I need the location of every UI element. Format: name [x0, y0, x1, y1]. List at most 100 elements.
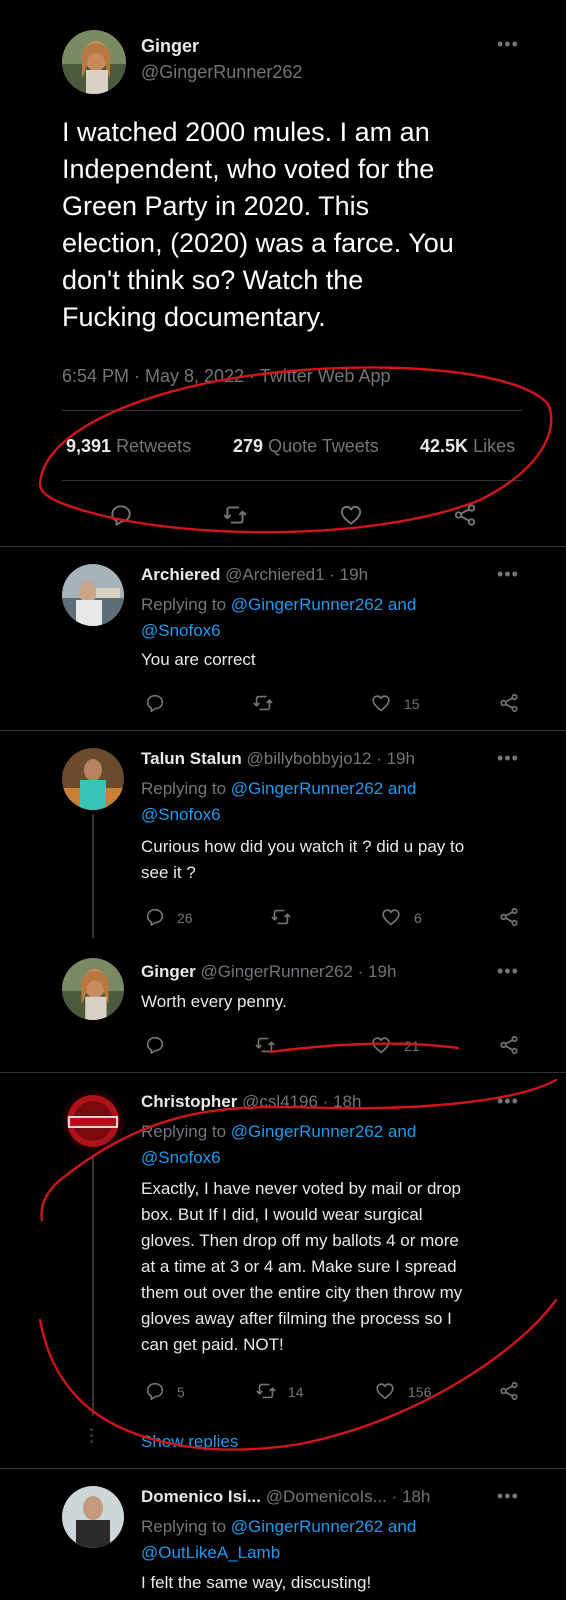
share-icon[interactable] [498, 692, 520, 714]
divider [0, 1072, 566, 1073]
replying-link[interactable]: @Snofox6 [141, 802, 416, 828]
annotation-arc-middle [268, 1042, 460, 1054]
avatar[interactable] [62, 564, 124, 626]
author-name[interactable]: Domenico Isi... [141, 1487, 261, 1506]
avatar[interactable] [62, 30, 126, 94]
more-icon[interactable]: ••• [497, 34, 519, 55]
avatar[interactable] [62, 1486, 124, 1548]
reply-count: 26 [177, 910, 193, 926]
tweet-text: I watched 2000 mules. I am an Independen… [62, 114, 542, 336]
share-icon[interactable] [498, 1034, 520, 1056]
replying-link[interactable]: @GingerRunner262 and [231, 1517, 417, 1536]
heart-icon[interactable] [338, 502, 364, 528]
like-count: 15 [404, 696, 420, 712]
replying-prefix: Replying to [141, 779, 227, 798]
tweet-text-line: Independent, who voted for the [62, 154, 435, 184]
retweet-icon[interactable] [222, 502, 248, 528]
tweet-text-line: I watched 2000 mules. I am an [62, 117, 430, 147]
tweet-text-line: Green Party in 2020. This [62, 191, 370, 221]
author-name[interactable]: Christopher [141, 1092, 237, 1111]
thread-line [92, 814, 94, 938]
retweet-icon[interactable] [254, 1034, 276, 1056]
author-handle-time[interactable]: @DomenicoIs... · 18h [266, 1487, 431, 1506]
reply-text-line: at a time at 3 or 4 am. Make sure I spre… [141, 1257, 457, 1276]
tweet-text-line: Fucking documentary. [62, 302, 326, 332]
quotes-label: Quote Tweets [268, 436, 379, 456]
heart-icon[interactable] [374, 1380, 396, 1402]
share-icon[interactable] [498, 906, 520, 928]
retweets-stat[interactable]: 9,391 Retweets [66, 436, 191, 456]
avatar[interactable] [62, 1090, 124, 1152]
reply-text-line: box. But If I did, I would wear surgical [141, 1205, 423, 1224]
reply-count: 5 [177, 1384, 185, 1400]
tweet-meta[interactable]: 6:54 PM · May 8, 2022 · Twitter Web App [62, 366, 391, 387]
reply-icon[interactable] [144, 906, 166, 928]
share-icon[interactable] [452, 502, 478, 528]
author-name[interactable]: Archiered [141, 565, 220, 584]
replying-link[interactable]: @GingerRunner262 and [231, 1122, 417, 1141]
author-handle-time[interactable]: @billybobbyjo12 · 19h [246, 749, 414, 768]
reply-text-line: gloves. Then drop off my ballots 4 or mo… [141, 1231, 459, 1250]
like-count: 156 [408, 1384, 432, 1400]
reply-icon[interactable] [144, 692, 166, 714]
like-count: 21 [404, 1038, 420, 1054]
reply-text: Worth every penny. [141, 989, 287, 1015]
reply-text-line: gloves away after filming the process so… [141, 1309, 452, 1328]
author-handle-time[interactable]: @Archiered1 · 19h [225, 565, 368, 584]
reply-text-line: Curious how did you watch it ? did u pay… [141, 837, 465, 856]
divider [0, 1468, 566, 1469]
retweet-icon[interactable] [255, 1380, 277, 1402]
retweets-label: Retweets [116, 436, 192, 456]
author-name[interactable]: Ginger [141, 962, 196, 981]
reply-text-line: can get paid. NOT! [141, 1335, 284, 1354]
author-name[interactable]: Talun Stalun [141, 749, 242, 768]
more-icon[interactable]: ••• [497, 961, 519, 982]
reply-text: I felt the same way, discusting! [141, 1570, 371, 1596]
avatar[interactable] [62, 748, 124, 810]
heart-icon[interactable] [370, 692, 392, 714]
reply-text-line: You are correct [141, 650, 256, 669]
replying-link[interactable]: @GingerRunner262 and [231, 779, 417, 798]
more-icon[interactable]: ••• [497, 748, 519, 769]
share-icon[interactable] [498, 1380, 520, 1402]
replying-link[interactable]: @Snofox6 [141, 618, 416, 644]
replying-prefix: Replying to [141, 595, 227, 614]
more-icon[interactable]: ••• [497, 564, 519, 585]
likes-stat[interactable]: 42.5K Likes [420, 436, 515, 457]
tweet-text-line: election, (2020) was a farce. You [62, 228, 454, 258]
reply-text: You are correct [141, 647, 256, 673]
retweet-count: 14 [288, 1384, 304, 1400]
likes-label: Likes [473, 436, 516, 456]
replying-to: Replying to @GingerRunner262 and @Snofox… [141, 592, 416, 644]
tweet-text-line: don't think so? Watch the [62, 265, 364, 295]
replying-prefix: Replying to [141, 1517, 227, 1536]
author-handle-time[interactable]: @GingerRunner262 · 19h [201, 962, 397, 981]
reply-text-line: I felt the same way, discusting! [141, 1573, 372, 1592]
engagement-stats: 9,391 Retweets [66, 436, 191, 457]
retweets-count: 9,391 [66, 436, 112, 456]
more-icon[interactable]: ••• [497, 1486, 519, 1507]
avatar[interactable] [62, 958, 124, 1020]
heart-icon[interactable] [370, 1034, 392, 1056]
replying-link[interactable]: @GingerRunner262 and [231, 595, 417, 614]
replying-link[interactable]: @OutLikeA_Lamb [141, 1540, 416, 1566]
reply-icon[interactable] [144, 1034, 166, 1056]
retweet-icon[interactable] [270, 906, 292, 928]
reply-icon[interactable] [108, 502, 134, 528]
replying-to: Replying to @GingerRunner262 and @Snofox… [141, 776, 416, 828]
retweet-icon[interactable] [252, 692, 274, 714]
heart-icon[interactable] [380, 906, 402, 928]
likes-count: 42.5K [420, 436, 469, 456]
show-replies-link[interactable]: Show replies [141, 1432, 238, 1452]
author-handle[interactable]: @GingerRunner262 [141, 62, 302, 83]
replying-link[interactable]: @Snofox6 [141, 1145, 416, 1171]
quotes-stat[interactable]: 279 Quote Tweets [233, 436, 379, 457]
thread-line [92, 1156, 94, 1416]
more-icon[interactable]: ••• [497, 1091, 519, 1112]
reply-text-line: see it ? [141, 863, 196, 882]
reply-text-line: them out over the entire city then throw… [141, 1283, 463, 1302]
reply-icon[interactable] [144, 1380, 166, 1402]
author-name[interactable]: Ginger [141, 36, 199, 57]
reply-text: Exactly, I have never voted by mail or d… [141, 1176, 551, 1358]
author-handle-time[interactable]: @csl4196 · 18h [242, 1092, 361, 1111]
